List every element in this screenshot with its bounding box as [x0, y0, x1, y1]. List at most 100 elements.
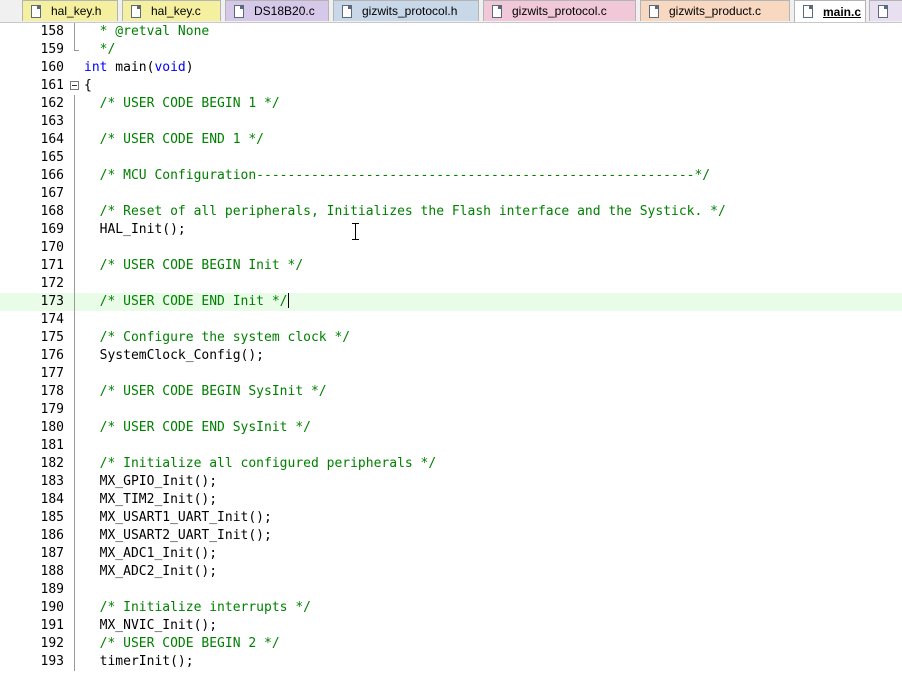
code-line[interactable]: 191 MX_NVIC_Init(); [0, 617, 902, 635]
line-number: 167 [40, 186, 64, 201]
line-number: 159 [40, 42, 64, 57]
comment-token: /* USER CODE END SysInit */ [84, 420, 311, 435]
code-line[interactable]: 174 [0, 311, 902, 329]
code-line[interactable]: 179 [0, 401, 902, 419]
tab-hal-key-h[interactable]: hal_key.h [22, 0, 118, 21]
keyword-token: void [154, 60, 186, 75]
code-line[interactable]: 169 HAL_Init(); [0, 221, 902, 239]
line-number: 168 [40, 204, 64, 219]
line-number: 162 [40, 96, 64, 111]
code-line[interactable]: 180 /* USER CODE END SysInit */ [0, 419, 902, 437]
code-line[interactable]: 167 [0, 185, 902, 203]
code-line[interactable]: 175 /* Configure the system clock */ [0, 329, 902, 347]
file-icon [234, 4, 244, 18]
code-token: { [84, 78, 92, 93]
line-number: 185 [40, 510, 64, 525]
line-number: 190 [40, 600, 64, 615]
comment-token: /* USER CODE END 1 */ [84, 132, 265, 147]
line-number: 192 [40, 636, 64, 651]
tab-gizwits-protocol-h[interactable]: gizwits_protocol.h [333, 0, 479, 21]
code-token: MX_ADC1_Init(); [84, 546, 218, 561]
code-line[interactable]: 165 [0, 149, 902, 167]
code-line[interactable]: 168 /* Reset of all peripherals, Initial… [0, 203, 902, 221]
code-line[interactable]: 178 /* USER CODE BEGIN SysInit */ [0, 383, 902, 401]
code-line[interactable]: 184 MX_TIM2_Init(); [0, 491, 902, 509]
code-line[interactable]: 193 timerInit(); [0, 653, 902, 671]
tab-label: gizwits_protocol.c [512, 4, 607, 18]
fold-guide [70, 203, 79, 221]
line-number: 191 [40, 618, 64, 633]
tab-label: hal_key.h [51, 4, 102, 18]
code-token: MX_NVIC_Init(); [84, 618, 218, 633]
code-token: MX_USART2_UART_Init(); [84, 528, 272, 543]
code-line[interactable]: 189 [0, 581, 902, 599]
tab-ds18b20-c[interactable]: DS18B20.c [225, 0, 329, 21]
fold-guide [70, 131, 79, 149]
code-text: /* Reset of all peripherals, Initializes… [84, 203, 726, 221]
code-line[interactable]: 161 { [0, 77, 902, 95]
fold-guide [70, 239, 79, 257]
fold-guide [70, 23, 79, 41]
code-line[interactable]: 187 MX_ADC1_Init(); [0, 545, 902, 563]
code-line[interactable]: 183 MX_GPIO_Init(); [0, 473, 902, 491]
comment-token: */ [84, 42, 116, 57]
line-number: 173 [40, 294, 64, 309]
code-text: MX_ADC2_Init(); [84, 563, 217, 581]
keyword-token: int [84, 60, 108, 75]
fold-gutter [70, 59, 79, 77]
tab-overflow[interactable] [869, 0, 902, 21]
line-number: 160 [40, 60, 64, 75]
fold-guide [70, 653, 79, 671]
code-text: int main(void) [84, 59, 194, 77]
comment-token: * @retval None [84, 24, 210, 39]
fold-guide [70, 329, 79, 347]
line-number: 170 [40, 240, 64, 255]
code-line[interactable]: 160 int main(void) [0, 59, 902, 77]
code-line[interactable]: 164 /* USER CODE END 1 */ [0, 131, 902, 149]
code-line[interactable]: 159 */ [0, 41, 902, 59]
line-number: 181 [40, 438, 64, 453]
fold-guide [70, 437, 79, 455]
comment-token: /* Configure the system clock */ [84, 330, 351, 345]
code-line[interactable]: 176 SystemClock_Config(); [0, 347, 902, 365]
line-number: 186 [40, 528, 64, 543]
code-line[interactable]: 192 /* USER CODE BEGIN 2 */ [0, 635, 902, 653]
code-line[interactable]: 188 MX_ADC2_Init(); [0, 563, 902, 581]
fold-collapse-icon[interactable] [70, 77, 79, 95]
code-text: /* MCU Configuration--------------------… [84, 167, 711, 185]
text-cursor-icon [351, 223, 361, 240]
tab-gizwits-protocol-c[interactable]: gizwits_protocol.c [483, 0, 636, 21]
line-number: 176 [40, 348, 64, 363]
code-line[interactable]: 190 /* Initialize interrupts */ [0, 599, 902, 617]
code-line[interactable]: 171 /* USER CODE BEGIN Init */ [0, 257, 902, 275]
code-line[interactable]: 185 MX_USART1_UART_Init(); [0, 509, 902, 527]
code-line[interactable]: 181 [0, 437, 902, 455]
fold-guide [70, 455, 79, 473]
tab-label: hal_key.c [151, 4, 201, 18]
code-text: /* USER CODE END 1 */ [84, 131, 264, 149]
code-line[interactable]: 162 /* USER CODE BEGIN 1 */ [0, 95, 902, 113]
text-caret [287, 293, 289, 308]
code-line[interactable]: 186 MX_USART2_UART_Init(); [0, 527, 902, 545]
code-line[interactable]: 170 [0, 239, 902, 257]
code-line[interactable]: 163 [0, 113, 902, 131]
tab-hal-key-c[interactable]: hal_key.c [122, 0, 221, 21]
file-icon [31, 4, 41, 18]
code-text: { [84, 77, 92, 95]
code-token: main( [107, 60, 155, 75]
code-line[interactable]: 177 [0, 365, 902, 383]
code-text: */ [84, 41, 116, 59]
code-line[interactable]: 172 [0, 275, 902, 293]
code-line[interactable]: 182 /* Initialize all configured periphe… [0, 455, 902, 473]
code-line[interactable]: 166 /* MCU Configuration----------------… [0, 167, 902, 185]
comment-token: /* USER CODE BEGIN SysInit */ [84, 384, 327, 399]
code-text: /* USER CODE BEGIN 2 */ [84, 635, 280, 653]
tab-gizwits-product-c[interactable]: gizwits_product.c [640, 0, 790, 21]
code-editor[interactable]: 158 * @retval None 159 */160 int main(void… [0, 23, 902, 673]
code-line[interactable]: 173 /* USER CODE END Init */ [0, 293, 902, 311]
comment-token: /* MCU Configuration--------------------… [84, 168, 711, 183]
fold-guide [70, 311, 79, 329]
tab-main-c[interactable]: main.c [794, 0, 866, 22]
code-text: timerInit(); [84, 653, 194, 671]
code-line[interactable]: 158 * @retval None [0, 23, 902, 41]
